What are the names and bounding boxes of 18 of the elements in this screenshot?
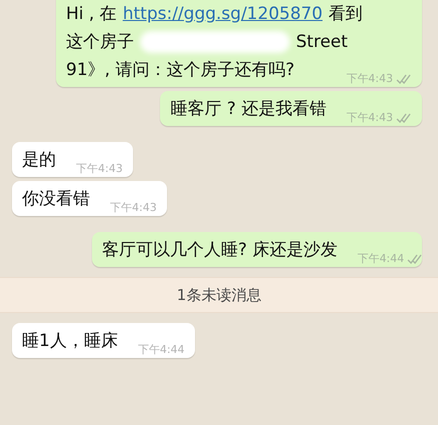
message-link[interactable]: https://ggg.sg/1205870 [122,0,323,28]
message-time: 下午4:43 [110,201,157,215]
message-text: 这个房子 [66,31,134,54]
message-text: 睡1人，睡床 [22,330,118,353]
message-text: Street [296,31,348,54]
message-time: 下午4:44 [138,343,185,357]
message-text: 看到 [328,3,363,26]
unread-label: 1条未读消息 [176,286,262,304]
message-time: 下午4:43 [76,162,123,176]
message-time: 下午4:43 [346,111,393,125]
message-text: 客厅可以几个人睡? 床还是沙发 [102,239,338,262]
message-time: 下午4:43 [346,72,393,86]
message-time: 下午4:44 [357,252,404,266]
message-text: 你没看错 [22,188,90,211]
message-text: 91》, 请问：这个房子还有吗? [66,59,294,82]
message-text: 是的 [22,149,56,172]
message-text: Hi , 在 [66,3,117,26]
message-text: 睡客厅 ? 还是我看错 [170,98,326,121]
